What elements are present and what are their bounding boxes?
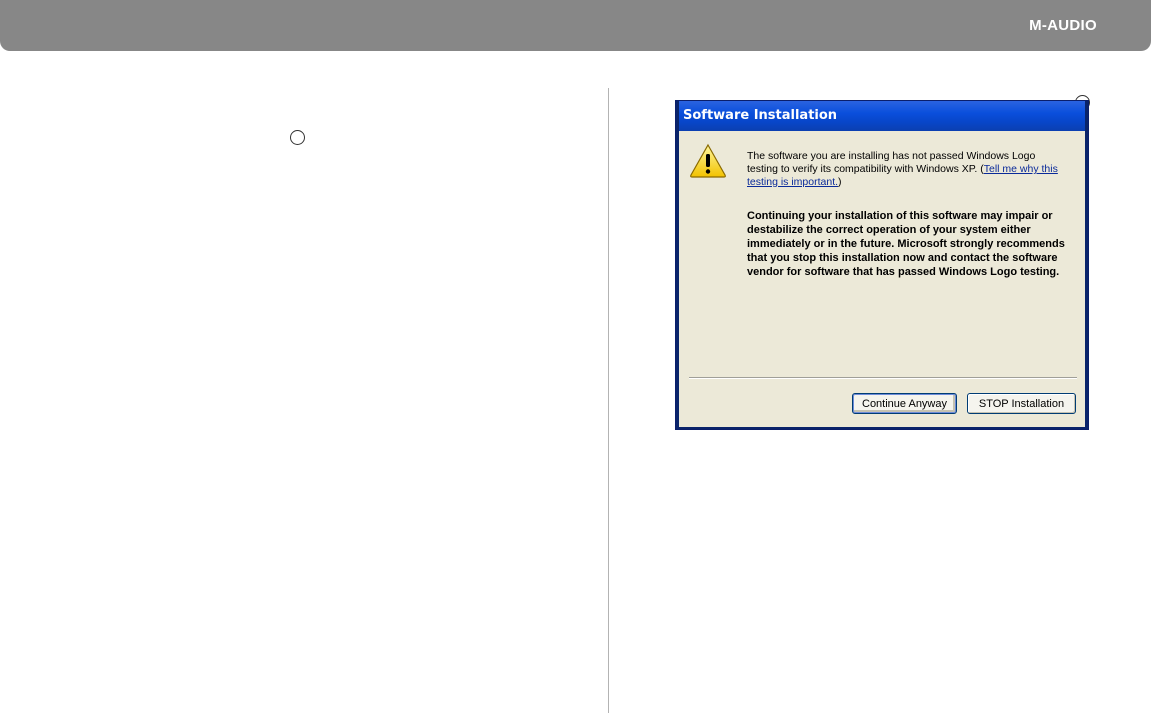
software-installation-dialog: Software Installation The software you a…: [675, 100, 1089, 430]
callout-marker-left: [290, 130, 305, 145]
dialog-separator: [689, 377, 1077, 379]
brand-logo: M-AUDIO: [1029, 17, 1097, 34]
warning-message: Continuing your installation of this sof…: [747, 210, 1065, 278]
warning-icon: [689, 143, 727, 183]
dialog-titlebar[interactable]: Software Installation: [679, 101, 1085, 131]
stop-installation-button[interactable]: STOP Installation: [967, 393, 1076, 414]
dialog-body: The software you are installing has not …: [679, 131, 1085, 427]
compatibility-message: The software you are installing has not …: [747, 150, 1058, 188]
column-divider: [608, 88, 609, 713]
continue-anyway-button[interactable]: Continue Anyway: [852, 393, 957, 414]
dialog-title: Software Installation: [683, 108, 838, 123]
header-bar: M-AUDIO: [0, 0, 1151, 51]
